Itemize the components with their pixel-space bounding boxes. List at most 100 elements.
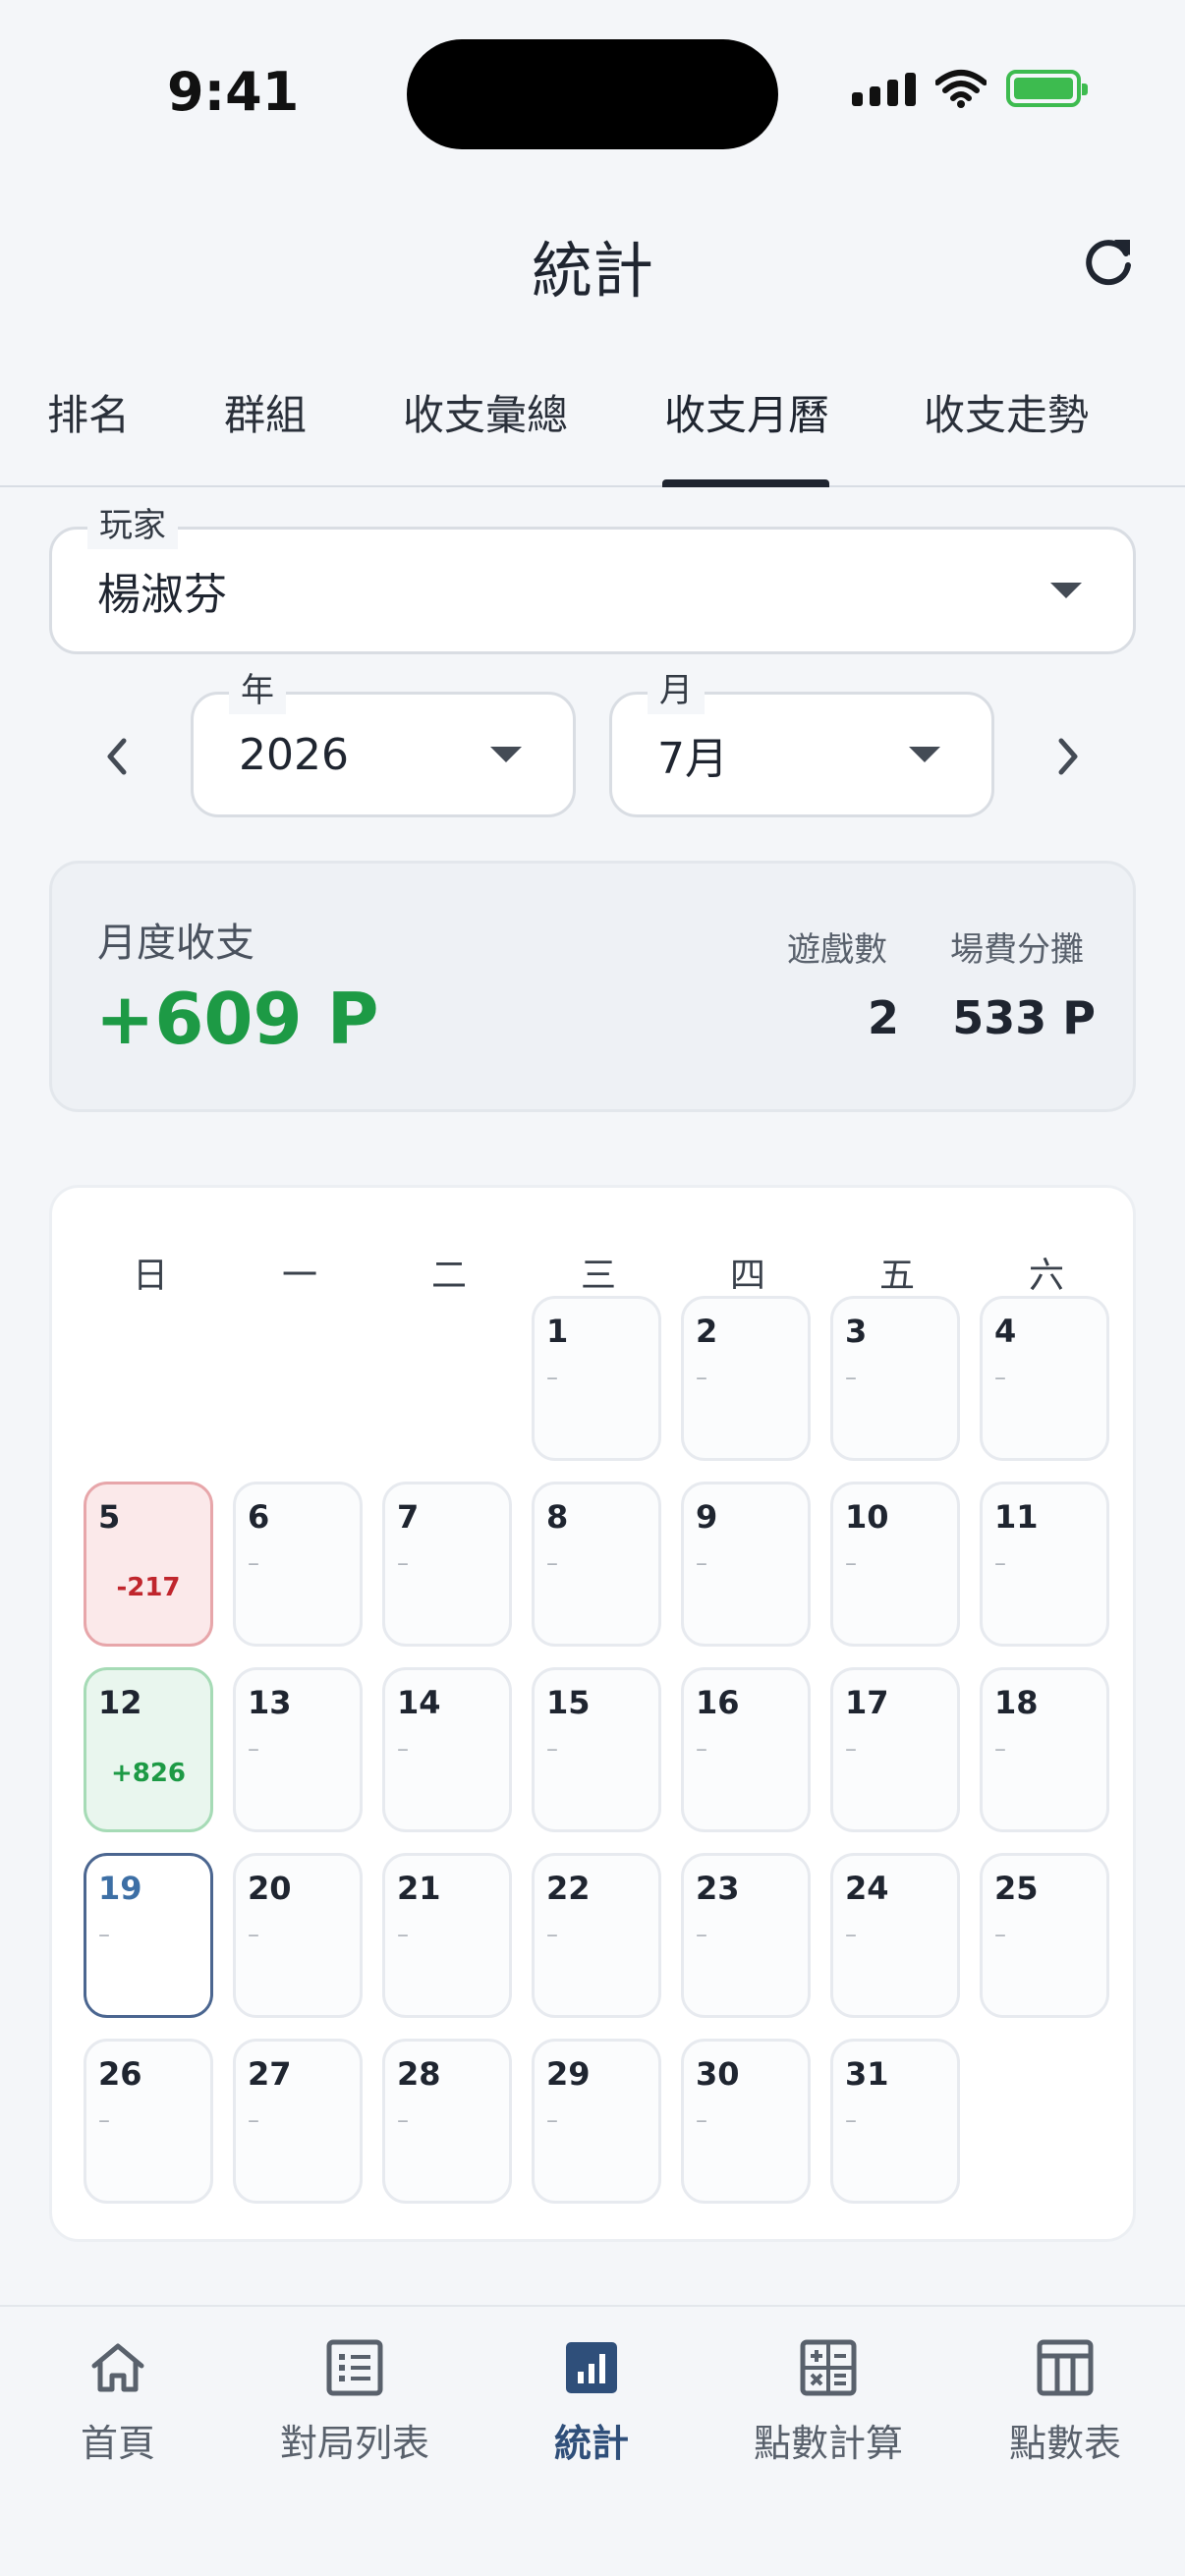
calendar-day[interactable]: 18 –	[980, 1667, 1109, 1832]
calendar-day-value: -217	[116, 1573, 181, 1602]
calendar-day[interactable]: 25 –	[980, 1853, 1109, 2018]
calendar-day-number: 6	[248, 1498, 270, 1536]
tab-active-indicator	[662, 479, 829, 487]
calendar-day[interactable]: 14 –	[382, 1667, 512, 1832]
monthly-balance-label: 月度收支	[97, 921, 254, 966]
calendar-day[interactable]: 15 –	[532, 1667, 661, 1832]
calendar-day[interactable]: 6–	[233, 1482, 363, 1647]
calendar-day[interactable]: 27 –	[233, 2039, 363, 2204]
calendar-day-value: –	[546, 1735, 558, 1763]
nav-statistics-label: 統計	[553, 2422, 629, 2465]
calendar-day-value: –	[845, 1921, 857, 1948]
nav-statistics[interactable]: 統計	[474, 2336, 709, 2467]
prev-month-icon[interactable]	[88, 727, 147, 786]
calendar-day-value: –	[845, 2106, 857, 2134]
calendar-day[interactable]: 31 –	[830, 2039, 960, 2204]
calendar-day-value: –	[546, 1364, 558, 1391]
tab-monthly-calendar[interactable]: 收支月曆	[664, 344, 829, 487]
nav-home-label: 首頁	[80, 2422, 155, 2465]
chevron-down-icon	[1050, 583, 1082, 598]
tab-trend[interactable]: 收支走勢	[924, 344, 1089, 487]
tab-ranking[interactable]: 排名	[47, 344, 130, 487]
venue-fee-value: 533 P	[952, 991, 1096, 1044]
nav-points-table[interactable]: 點數表	[947, 2336, 1183, 2467]
nav-points-calculator-label: 點數計算	[753, 2422, 903, 2465]
calendar-day[interactable]: 13 –	[233, 1667, 363, 1832]
calendar-day[interactable]: 1–	[532, 1296, 661, 1461]
refresh-icon[interactable]	[1079, 232, 1138, 291]
calendar-day[interactable]: 24 –	[830, 1853, 960, 2018]
calendar-day-value: –	[397, 1735, 409, 1763]
nav-game-list[interactable]: 對局列表	[237, 2336, 473, 2467]
calendar-day[interactable]: 23 –	[681, 1853, 811, 2018]
calendar-day[interactable]: 12 +826	[84, 1667, 213, 1832]
calendar-day-number: 31	[845, 2055, 889, 2093]
calendar-day[interactable]: 22 –	[532, 1853, 661, 2018]
calendar-day[interactable]: 11 –	[980, 1482, 1109, 1647]
calendar-day-value: –	[98, 2106, 110, 2134]
calendar-day-number: 9	[696, 1498, 718, 1536]
calendar-day-value: –	[696, 1735, 707, 1763]
calendar-day-value: –	[98, 1921, 110, 1948]
signal-icon	[852, 71, 916, 106]
calendar-day[interactable]: 28 –	[382, 2039, 512, 2204]
venue-fee-label: 場費分攤	[950, 930, 1084, 970]
calendar-day-value: –	[994, 1364, 1006, 1391]
battery-icon	[1006, 70, 1088, 107]
calendar-day-number: 29	[546, 2055, 591, 2093]
month-select[interactable]: 月 7月	[609, 667, 994, 817]
calendar-day-number: 21	[397, 1870, 441, 1907]
calendar-day-number: 7	[397, 1498, 420, 1536]
calendar-day-value: +826	[110, 1759, 187, 1788]
nav-home[interactable]: 首頁	[0, 2336, 236, 2467]
calendar-day[interactable]: 21 –	[382, 1853, 512, 2018]
calendar-day[interactable]: 10 –	[830, 1482, 960, 1647]
calendar-day[interactable]: 17 –	[830, 1667, 960, 1832]
player-select[interactable]: 玩家 楊淑芬	[49, 502, 1136, 654]
weekday-label: 日	[132, 1256, 168, 1296]
calendar-day-number: 25	[994, 1870, 1039, 1907]
weekday-label: 二	[430, 1256, 467, 1296]
weekday-label: 三	[580, 1256, 616, 1296]
monthly-balance-value: +609 P	[95, 978, 379, 1060]
tab-summary[interactable]: 收支彙總	[403, 344, 568, 487]
calendar-day[interactable]: 9–	[681, 1482, 811, 1647]
calendar-day-value: –	[696, 2106, 707, 2134]
calendar-day-number: 17	[845, 1684, 889, 1721]
calendar-day-value: –	[248, 1735, 259, 1763]
calendar-day-number: 20	[248, 1870, 292, 1907]
wifi-icon	[935, 70, 987, 108]
weekday-label: 四	[729, 1256, 765, 1296]
calendar-day[interactable]: 26 –	[84, 2039, 213, 2204]
calendar-day-value: –	[546, 2106, 558, 2134]
bottom-nav: 首頁 對局列表 統計 點數計算 點數表	[0, 2305, 1185, 2576]
calendar-day[interactable]: 16 –	[681, 1667, 811, 1832]
games-count-label: 遊戲數	[787, 930, 887, 970]
calendar-day[interactable]: 3–	[830, 1296, 960, 1461]
calendar-day[interactable]: 4–	[980, 1296, 1109, 1461]
year-select[interactable]: 年 2026	[191, 667, 576, 817]
calendar-day-value: –	[845, 1735, 857, 1763]
calendar-day-number: 24	[845, 1870, 889, 1907]
chevron-down-icon	[909, 747, 940, 762]
calendar-day-value: –	[994, 1735, 1006, 1763]
calendar-day-number: 14	[397, 1684, 441, 1721]
status-icons	[852, 69, 1088, 108]
calendar-day-value: –	[397, 1921, 409, 1948]
calendar-day[interactable]: 29 –	[532, 2039, 661, 2204]
chevron-down-icon	[490, 747, 522, 762]
calendar-day[interactable]: 7–	[382, 1482, 512, 1647]
calendar-day[interactable]: 2–	[681, 1296, 811, 1461]
next-month-icon[interactable]	[1038, 727, 1097, 786]
calendar-day-number: 22	[546, 1870, 591, 1907]
calendar-day[interactable]: 20 –	[233, 1853, 363, 2018]
calendar-day[interactable]: 30 –	[681, 2039, 811, 2204]
nav-points-calculator[interactable]: 點數計算	[710, 2336, 946, 2467]
weekday-label: 六	[1028, 1256, 1064, 1296]
calendar-day[interactable]: 19 –	[84, 1853, 213, 2018]
calendar-day-number: 30	[696, 2055, 740, 2093]
bar-chart-icon	[566, 2342, 617, 2393]
calendar-day[interactable]: 5 -217	[84, 1482, 213, 1647]
calendar-day[interactable]: 8–	[532, 1482, 661, 1647]
tab-groups[interactable]: 群組	[224, 344, 307, 487]
